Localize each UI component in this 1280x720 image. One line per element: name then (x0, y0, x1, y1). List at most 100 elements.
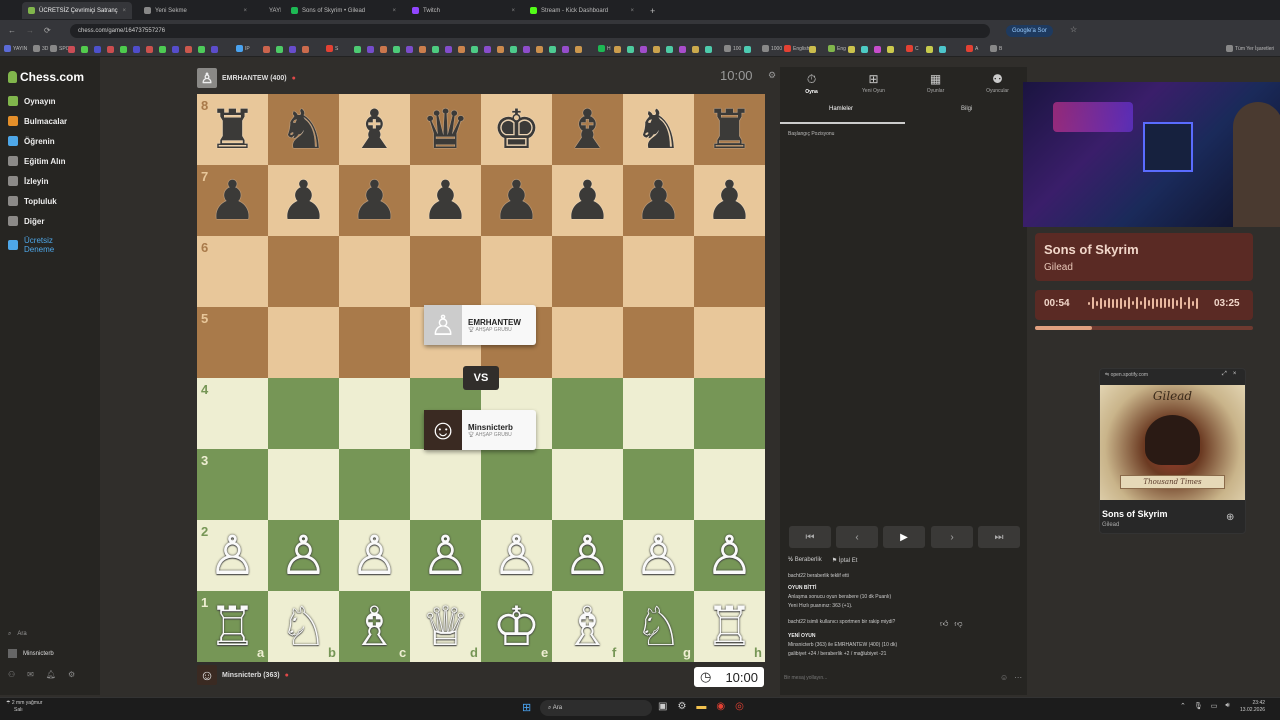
bookmark-icon[interactable] (861, 46, 868, 53)
bookmark-icon[interactable] (380, 46, 387, 53)
board-square[interactable] (268, 236, 339, 307)
bottom-player-name[interactable]: Minsnicterb (363) (222, 672, 280, 679)
bookmark-icon[interactable] (497, 46, 504, 53)
bookmark-item[interactable]: C (906, 45, 919, 52)
bookmark-icon[interactable] (276, 46, 283, 53)
chat-input[interactable]: Bir mesaj yollayın... (784, 675, 827, 681)
bookmark-icon[interactable] (354, 46, 361, 53)
bookmark-icon[interactable] (848, 46, 855, 53)
chesscom-logo[interactable]: Chess.com (8, 70, 84, 84)
board-settings-icon[interactable]: ⚙ (768, 70, 776, 81)
browser-tab[interactable]: ÜCRETSİZ Çevrimiçi Satranç × (22, 2, 132, 19)
clock[interactable]: 23:42 13.02.2026 (1240, 700, 1265, 714)
chrome-icon[interactable]: ◉ (716, 701, 725, 712)
taskbar-search[interactable]: ⌕ Ara (540, 700, 652, 716)
volume-icon[interactable]: 🔊︎ (1225, 702, 1229, 710)
top-player-name[interactable]: EMRHANTEW (400) (222, 75, 287, 82)
board-square[interactable] (552, 449, 623, 520)
black-pawn-piece[interactable]: ♟︎ (552, 165, 623, 236)
bookmark-icon[interactable] (133, 46, 140, 53)
bookmark-icon[interactable] (263, 46, 270, 53)
star-icon[interactable]: ☆ (1070, 25, 1077, 34)
bookmark-item[interactable]: A (966, 45, 978, 52)
bookmark-icon[interactable] (926, 46, 933, 53)
white-pawn-piece[interactable]: ♙ (481, 520, 552, 591)
bookmark-icon[interactable] (211, 46, 218, 53)
google-ask-button[interactable]: Google'a Sor (1006, 25, 1053, 37)
bookmark-icon[interactable] (302, 46, 309, 53)
board-square[interactable] (339, 449, 410, 520)
tab-oyna[interactable]: ⏱ Oyna (784, 72, 839, 95)
bookmark-icon[interactable] (445, 46, 452, 53)
board-square[interactable] (623, 378, 694, 449)
bookmark-icon[interactable] (484, 46, 491, 53)
black-knight-piece[interactable]: ♞ (623, 94, 694, 165)
tab-players[interactable]: ⚉ Oyuncular (970, 72, 1025, 94)
board-square[interactable] (410, 236, 481, 307)
prev-move-button[interactable]: ‹ (836, 526, 878, 548)
bookmark-icon[interactable] (536, 46, 543, 53)
bookmark-icon[interactable] (809, 46, 816, 53)
record-icon[interactable]: ◎ (735, 701, 744, 712)
black-bishop-piece[interactable]: ♝ (552, 94, 623, 165)
subtab-moves[interactable]: Hamleler (829, 106, 853, 112)
board-square[interactable] (552, 307, 623, 378)
board-square[interactable] (623, 236, 694, 307)
next-move-button[interactable]: › (931, 526, 973, 548)
draw-button[interactable]: ½ Beraberlik (788, 557, 822, 564)
white-rook-piece[interactable]: ♖ (197, 591, 268, 662)
board-square[interactable] (339, 378, 410, 449)
bookmark-icon[interactable] (744, 46, 751, 53)
bookmark-icon[interactable] (705, 46, 712, 53)
bookmark-icon[interactable] (471, 46, 478, 53)
bookmark-icon[interactable] (640, 46, 647, 53)
sidebar-item[interactable]: Öğrenin (8, 136, 55, 146)
sidebar-item[interactable]: Bulmacalar (8, 116, 67, 126)
black-pawn-piece[interactable]: ♟︎ (694, 165, 765, 236)
spotify-progress-track[interactable] (1035, 326, 1253, 330)
thumbs-down-icon[interactable]: 👎︎ (954, 619, 962, 629)
black-rook-piece[interactable]: ♜ (197, 94, 268, 165)
back-icon[interactable]: ← (8, 26, 16, 35)
board-square[interactable] (339, 236, 410, 307)
close-icon[interactable]: × (243, 8, 247, 14)
board-square[interactable] (694, 307, 765, 378)
bookmark-item[interactable]: S (326, 45, 338, 52)
white-bishop-piece[interactable]: ♗ (339, 591, 410, 662)
black-pawn-piece[interactable]: ♟︎ (339, 165, 410, 236)
bookmark-item[interactable]: 1000 (762, 45, 782, 52)
bookmark-item[interactable]: Tüm Yer İşaretleri (1226, 45, 1274, 52)
browser-tab[interactable]: Twitch × (406, 2, 521, 19)
close-icon[interactable]: × (1233, 371, 1237, 378)
black-pawn-piece[interactable]: ♟︎ (623, 165, 694, 236)
weather-widget[interactable]: ☂ 2 mm yağmur Salı (6, 700, 42, 714)
white-pawn-piece[interactable]: ♙ (623, 520, 694, 591)
settings-icon[interactable]: ⚙ (677, 701, 686, 712)
close-icon[interactable]: × (630, 8, 634, 14)
bookmark-item[interactable]: H (598, 45, 611, 52)
black-rook-piece[interactable]: ♜ (694, 94, 765, 165)
sidebar-item[interactable]: Eğitim Alın (8, 156, 65, 166)
tray-chevron-icon[interactable]: ⌃ (1180, 702, 1186, 710)
new-tab-button[interactable]: + (644, 2, 661, 19)
sidebar-item[interactable]: Diğer (8, 216, 44, 226)
white-pawn-piece[interactable]: ♙ (552, 520, 623, 591)
bookmark-icon[interactable] (510, 46, 517, 53)
black-pawn-piece[interactable]: ♟︎ (481, 165, 552, 236)
bookmark-icon[interactable] (159, 46, 166, 53)
bookmark-item[interactable]: B (990, 45, 1002, 52)
sidebar-user[interactable]: Minsnicterb (8, 649, 54, 658)
black-pawn-piece[interactable]: ♟︎ (268, 165, 339, 236)
bookmark-icon[interactable] (614, 46, 621, 53)
bookmark-icon[interactable] (627, 46, 634, 53)
mic-icon[interactable]: 🎙︎ (1194, 702, 1203, 710)
white-pawn-piece[interactable]: ♙ (410, 520, 481, 591)
friends-icon[interactable]: ⚇ (8, 670, 15, 679)
white-pawn-piece[interactable]: ♙ (268, 520, 339, 591)
bookmark-icon[interactable] (562, 46, 569, 53)
board-square[interactable] (268, 449, 339, 520)
black-king-piece[interactable]: ♚ (481, 94, 552, 165)
windows-start-icon[interactable]: ⊞ (522, 701, 531, 714)
bookmark-item[interactable]: IP (236, 45, 250, 52)
first-move-button[interactable]: ⏮ (789, 526, 831, 548)
